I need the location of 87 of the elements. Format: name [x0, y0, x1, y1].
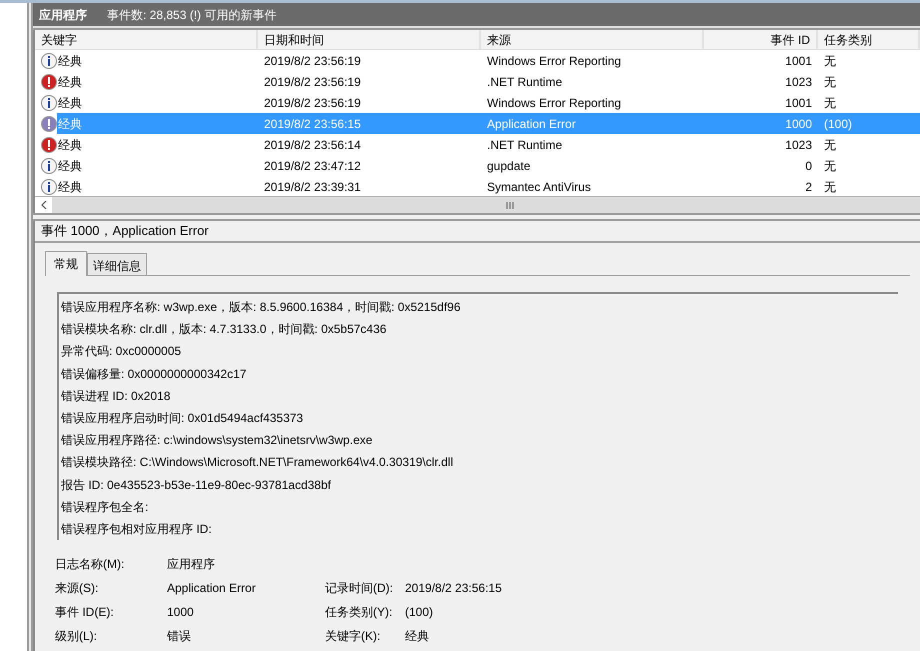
table-cell-text: .NET Runtime: [486, 74, 564, 90]
table-cell-text: 1001: [784, 94, 813, 112]
description-line: 错误模块名称: clr.dll，版本: 4.7.3133.0，时间戳: 0x5b57c436: [61, 321, 388, 338]
field-value: (100): [405, 604, 434, 621]
description-line: 错误应用程序路径: c:\windows\system32\inetsrv\w3wp.exe: [61, 432, 374, 450]
table-cell-text: Symantec AntiVirus: [486, 178, 592, 196]
field-label: 级别(L):: [55, 628, 98, 645]
table-cell-text: 2019/8/2 23:47:12: [263, 158, 362, 174]
info-icon: [41, 52, 57, 68]
table-cell: (100): [818, 113, 920, 134]
table-cell-text: 经典: [57, 136, 83, 154]
tab[interactable]: 常规: [45, 251, 87, 276]
event-title: 事件 1000，Application Error: [35, 221, 920, 243]
field-label: 任务类别(Y):: [325, 604, 394, 621]
table-cell: Application Error: [481, 113, 704, 134]
scroll-left-button[interactable]: [35, 197, 52, 213]
column-header[interactable]: 任务类别: [818, 30, 920, 49]
error-icon: [41, 116, 57, 132]
table-cell-text: 经典: [57, 52, 83, 70]
table-cell: 经典: [57, 113, 258, 134]
table-cell-text: 2019/8/2 23:56:14: [263, 136, 362, 154]
scroll-grip-icon: [506, 202, 514, 208]
table-cell-text: Windows Error Reporting: [486, 94, 622, 112]
field-label: 记录时间(D):: [325, 580, 394, 597]
description-line: 错误程序包全名:: [61, 498, 150, 516]
field-value: 应用程序: [167, 556, 216, 573]
event-row[interactable]: 经典 2019/8/2 23:56:19 .NET Runtime 1023 无: [35, 71, 920, 92]
table-cell-text: 0: [804, 158, 813, 174]
field-label: 日志名称(M):: [55, 556, 126, 573]
table-cell: 2019/8/2 23:56:15: [258, 113, 481, 134]
table-cell-text: 无: [823, 158, 837, 174]
event-row[interactable]: 经典 2019/8/2 23:56:19 Windows Error Reporting 1001 无: [35, 92, 920, 113]
field-value: 1000: [167, 604, 195, 621]
description-line: 错误程序包相对应用程序 ID:: [61, 520, 213, 538]
table-cell-text: 经典: [57, 74, 83, 90]
table-cell-text: 无: [823, 74, 837, 90]
description-line: 错误应用程序启动时间: 0x01d5494acf435373: [61, 410, 304, 428]
field-value: 错误: [167, 628, 192, 645]
event-row[interactable]: 经典 2019/8/2 23:56:19 Windows Error Reporting 1001 无: [35, 50, 920, 71]
table-cell-text: .NET Runtime: [486, 136, 564, 154]
description-line: 错误偏移量: 0x0000000000342c17: [61, 366, 248, 383]
table-cell-text: 经典: [57, 94, 83, 112]
event-row[interactable]: 经典 2019/8/2 23:47:12 gupdate 0 无: [35, 155, 920, 176]
table-cell-text: 1023: [784, 136, 813, 154]
description-line: 报告 ID: 0e435523-b53e-11e9-80ec-93781acd38bf: [61, 476, 332, 494]
field-label: 关键字(K):: [325, 628, 382, 645]
info-icon: [41, 158, 57, 174]
field-value: 2019/8/2 23:56:15: [405, 580, 503, 597]
field-label: 事件 ID(E):: [55, 604, 115, 621]
event-row[interactable]: 经典 2019/8/2 23:56:14 .NET Runtime 1023 无: [35, 134, 920, 155]
table-cell-text: 2019/8/2 23:39:31: [263, 178, 362, 196]
field-label: 来源(S):: [55, 580, 100, 597]
info-icon: [41, 178, 57, 194]
tab[interactable]: 详细信息: [87, 253, 147, 275]
table-cell-text: 无: [823, 52, 837, 70]
error-icon: [41, 136, 57, 152]
table-cell-text: 无: [823, 136, 837, 154]
column-header[interactable]: 事件 ID: [704, 30, 818, 49]
description-line: 错误进程 ID: 0x2018: [61, 388, 172, 405]
info-icon: [41, 94, 57, 110]
table-cell-text: 2019/8/2 23:56:19: [263, 74, 362, 90]
table-cell-text: gupdate: [486, 158, 532, 174]
horizontal-scrollbar[interactable]: [35, 196, 920, 213]
description-line: 错误应用程序名称: w3wp.exe，版本: 8.5.9600.16384，时间戳: 0x5215df96: [61, 299, 462, 316]
error-icon: [41, 74, 57, 90]
description-line: 错误模块路径: C:\Windows\Microsoft.NET\Framework64\v4.0.30319\clr.dll: [61, 454, 454, 472]
table-cell: 1000: [704, 113, 818, 134]
table-cell-text: 无: [823, 178, 837, 196]
table-cell-text: 1023: [784, 74, 813, 90]
field-value: 经典: [405, 628, 430, 645]
chevron-left-icon: [40, 201, 46, 209]
event-count: 事件数: 28,853 (!) 可用的新事件: [107, 6, 276, 24]
column-header[interactable]: 关键字: [35, 30, 258, 49]
column-header[interactable]: 日期和时间: [258, 30, 481, 49]
field-value: Application Error: [167, 580, 257, 597]
table-cell-text: 2019/8/2 23:56:19: [263, 52, 362, 70]
column-header[interactable]: 来源: [481, 30, 704, 49]
table-cell-text: 经典: [57, 158, 83, 174]
table-cell-text: 1001: [784, 52, 813, 70]
event-row[interactable]: 经典 2019/8/2 23:39:31 Symantec AntiVirus 2 无: [35, 176, 920, 196]
table-cell-text: 2019/8/2 23:56:19: [263, 94, 362, 112]
table-cell-text: 经典: [57, 178, 83, 196]
description-line: 异常代码: 0xc0000005: [61, 343, 182, 360]
log-title: 应用程序: [39, 6, 87, 24]
table-cell-text: 2: [804, 178, 813, 196]
table-cell-text: 无: [823, 94, 837, 112]
table-cell-text: Windows Error Reporting: [486, 52, 622, 70]
